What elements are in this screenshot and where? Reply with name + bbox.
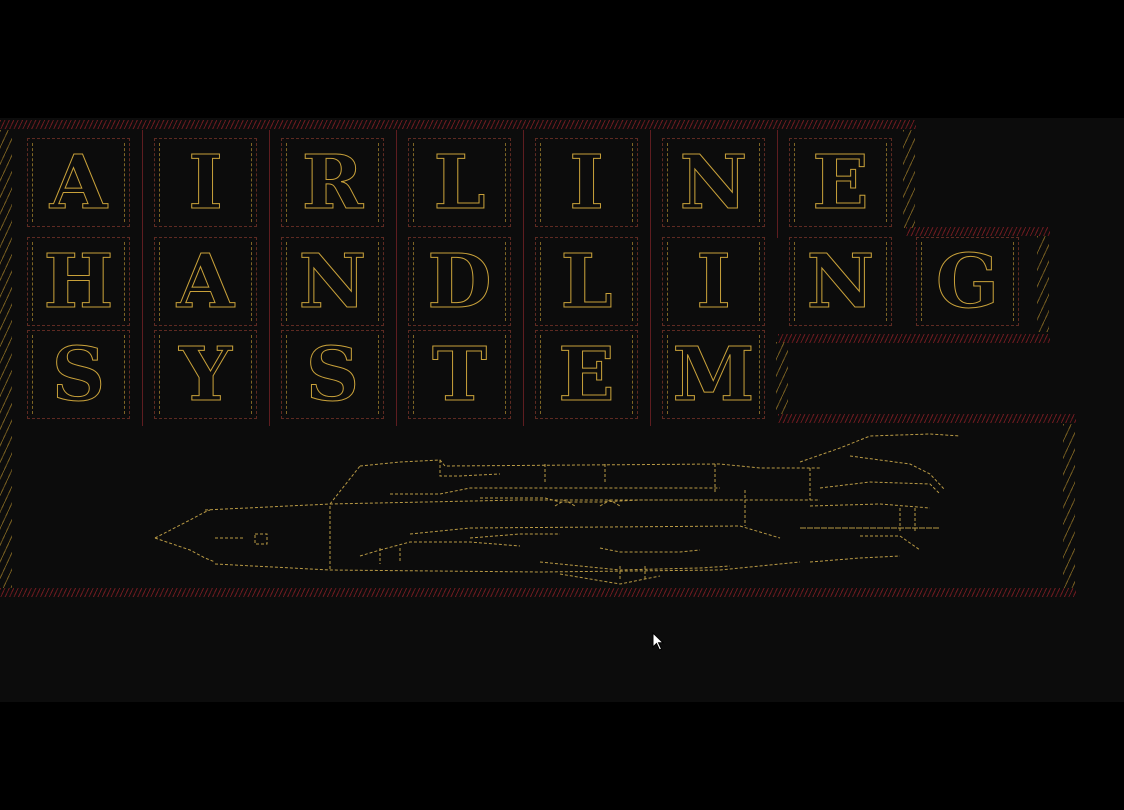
- title-letter: A: [176, 238, 235, 325]
- title-letter-tile: A: [27, 138, 130, 227]
- title-letter-tile: S: [281, 330, 384, 419]
- title-letter-tile: A: [154, 237, 257, 326]
- title-letter: T: [431, 331, 488, 418]
- title-letter-tile: G: [916, 237, 1019, 326]
- title-letter: H: [43, 238, 114, 325]
- col-divider: [142, 130, 143, 426]
- title-letter-tile: T: [408, 330, 511, 419]
- title-letter: G: [935, 238, 1000, 325]
- title-letter: S: [305, 331, 360, 418]
- title-letter: S: [51, 331, 106, 418]
- col-divider: [396, 130, 397, 426]
- title-letter: E: [812, 139, 869, 226]
- title-letter: L: [560, 238, 613, 325]
- title-letter-tile: M: [662, 330, 765, 419]
- title-letter-tile: L: [408, 138, 511, 227]
- title-letter-tile: D: [408, 237, 511, 326]
- title-letter-tile: N: [281, 237, 384, 326]
- title-letter: L: [433, 139, 486, 226]
- title-letter-tile: L: [535, 237, 638, 326]
- row3-right-edge: [776, 342, 788, 414]
- mouse-pointer-icon: [652, 632, 665, 651]
- row2-right-edge: [1037, 236, 1049, 332]
- title-letter: E: [558, 331, 615, 418]
- title-letter-tile: I: [662, 237, 765, 326]
- title-letter-tile: I: [154, 138, 257, 227]
- title-letter-tile: I: [535, 138, 638, 227]
- title-letter: N: [806, 238, 875, 325]
- title-letter: I: [569, 139, 605, 226]
- title-letter-tile: E: [535, 330, 638, 419]
- title-letter: I: [188, 139, 224, 226]
- title-letter: Y: [179, 331, 233, 418]
- terminal-screen: A I R L I N E H A N D L I N G S Y S T E …: [0, 118, 1124, 702]
- airliner-banner: [0, 424, 1076, 586]
- title-letter: M: [672, 331, 755, 418]
- col-divider: [650, 130, 651, 426]
- title-letter-tile: E: [789, 138, 892, 227]
- title-letter-tile: N: [789, 237, 892, 326]
- title-letter-tile: R: [281, 138, 384, 227]
- title-letter: A: [49, 139, 108, 226]
- title-letter-tile: S: [27, 330, 130, 419]
- art-top-border: [778, 414, 1076, 423]
- bottom-border: [0, 588, 1076, 597]
- airliner-ascii-art-icon: [154, 433, 961, 585]
- col-divider: [269, 130, 270, 426]
- col-divider: [523, 130, 524, 426]
- row2-bottom-border: [778, 334, 1050, 343]
- title-letter-tile: Y: [154, 330, 257, 419]
- title-letter: D: [427, 238, 492, 325]
- row1-right-edge: [903, 130, 915, 228]
- top-border: [0, 120, 916, 129]
- row2-top-border: [906, 227, 1050, 236]
- title-letter: N: [679, 139, 748, 226]
- title-letter-tile: H: [27, 237, 130, 326]
- title-letter: N: [298, 238, 367, 325]
- col-divider: [777, 130, 778, 238]
- title-letter-tile: N: [662, 138, 765, 227]
- title-letter: I: [696, 238, 732, 325]
- title-letter: R: [301, 139, 364, 226]
